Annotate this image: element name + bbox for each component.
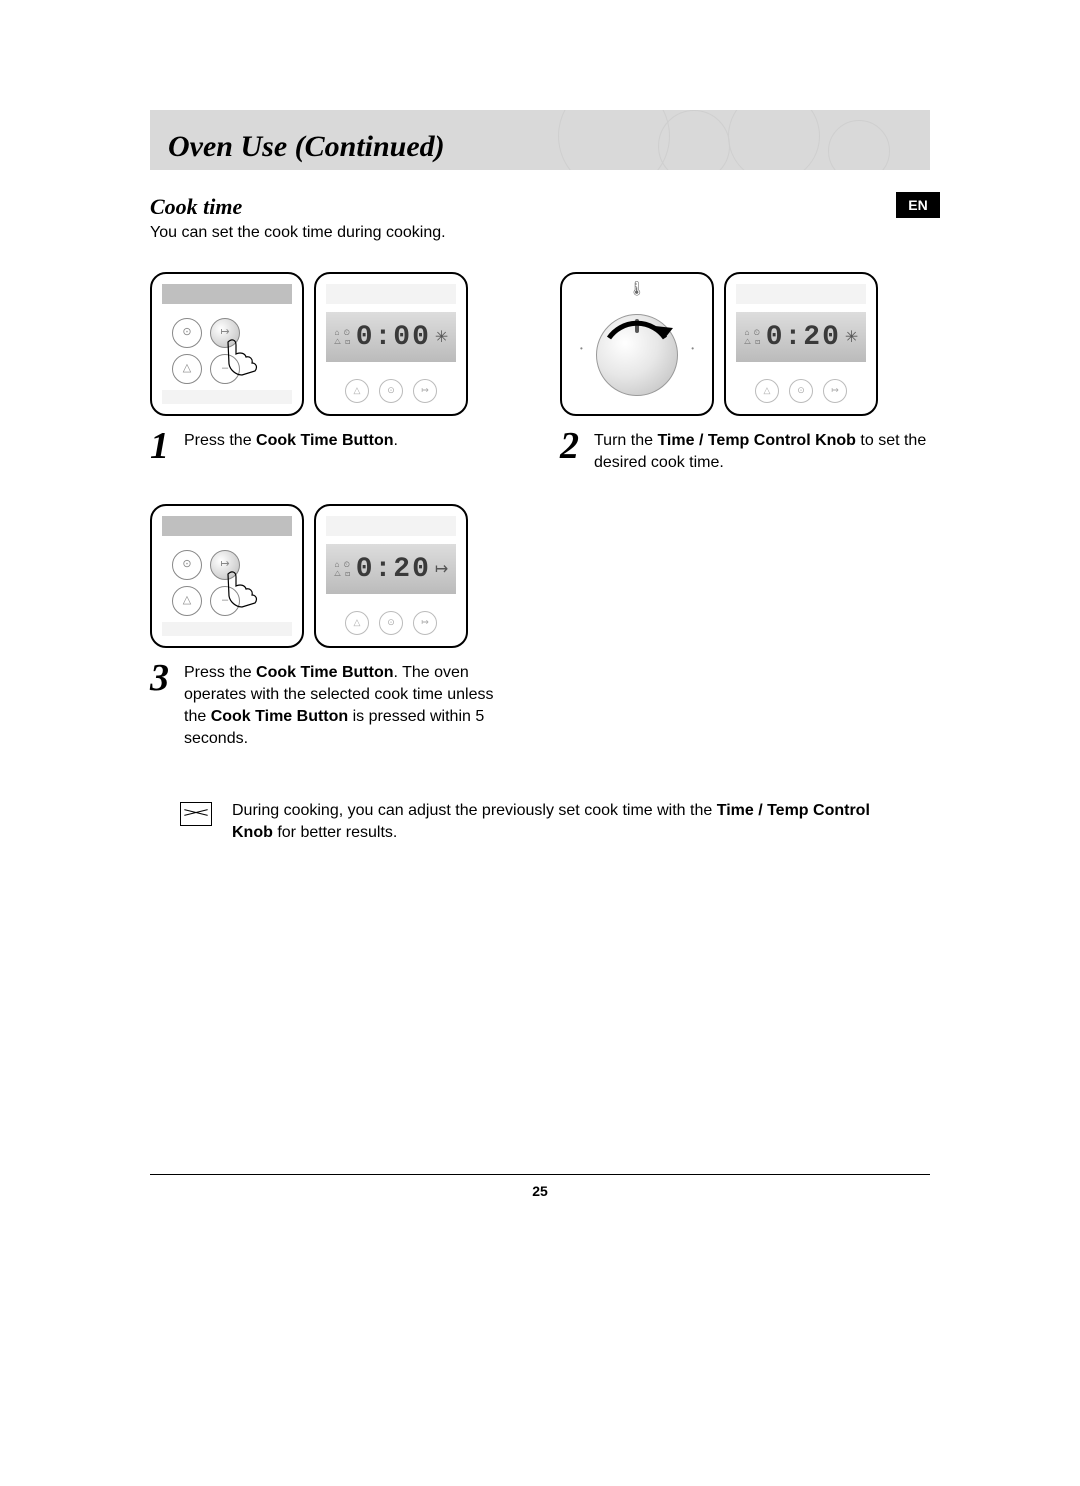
note-text-part: for better results. [273,824,398,841]
flash-icon: ✳ [845,327,858,347]
panel-bottom-strip [162,622,292,636]
step-text: Press the Cook Time Button. [184,430,398,462]
display-bottom-buttons: △ ⊙ ↦ [736,378,866,404]
manual-page: Oven Use (Continued) EN Cook time You ca… [150,110,930,1199]
flash-icon: ✳ [435,327,448,347]
round-button-icon: ⊙ [172,318,202,348]
step-number: 3 [150,662,174,750]
caption-text: Press the [184,664,256,681]
knob-dot: • [580,344,583,353]
step-number: 2 [560,430,584,474]
flash-icon: ↦ [435,559,448,579]
note-text: During cooking, you can adjust the previ… [232,800,900,844]
header-decoration [558,110,670,170]
step-number: 1 [150,430,174,462]
knob-dot: • [691,344,694,353]
display-readout: ⌂ ⏲ △ ⊡ 0:00 ✳ [326,312,456,362]
rotate-arrow-icon [589,298,685,394]
display-time-value: 0:20 [766,322,841,353]
display-readout: ⌂ ⏲ △ ⊡ 0:20 ↦ [326,544,456,594]
display-mode-icons: ⌂ ⏲ △ ⊡ [334,560,352,578]
round-button-icon: ⊙ [172,550,202,580]
pointing-hand-icon [222,336,262,376]
step-illustration: ⊙ ↦ △ – ⌂ ⏲ △ ⊡ 0:00 ✳ [150,272,520,416]
section-header-band: Oven Use (Continued) [150,110,930,170]
caption-bold: Time / Temp Control Knob [657,432,856,449]
page-number: 25 [150,1183,930,1199]
step-illustration: 🌡 • • ⌂ ⏲ △ ⊡ 0:20 ✳ [560,272,930,416]
display-readout: ⌂ ⏲ △ ⊡ 0:20 ✳ [736,312,866,362]
display-panel: ⌂ ⏲ △ ⊡ 0:20 ↦ △ ⊙ ↦ [314,504,468,648]
intro-text: You can set the cook time during cooking… [150,224,930,242]
step-caption: 1 Press the Cook Time Button. [150,430,520,462]
mini-button-icon: △ [755,379,779,403]
caption-text: Press the [184,432,256,449]
step-illustration: ⊙ ↦ △ – ⌂ ⏲ △ ⊡ 0:20 ↦ [150,504,520,648]
panel-top-strip [162,516,292,536]
display-top-strip [326,516,456,536]
panel-bottom-strip [162,390,292,404]
caption-bold: Cook Time Button [256,432,393,449]
note-envelope-icon [180,802,212,826]
panel-top-strip [162,284,292,304]
thermometer-icon: 🌡 [628,280,646,297]
header-decoration [658,110,730,170]
subsection-heading: Cook time [150,194,930,220]
display-time-value: 0:20 [356,554,431,585]
control-buttons-panel: ⊙ ↦ △ – [150,504,304,648]
display-panel: ⌂ ⏲ △ ⊡ 0:20 ✳ △ ⊙ ↦ [724,272,878,416]
display-mode-icons: ⌂ ⏲ △ ⊡ [744,328,762,346]
step-caption: 3 Press the Cook Time Button. The oven o… [150,662,520,750]
mini-button-icon: ⊙ [379,379,403,403]
round-button-icon: △ [172,586,202,616]
mini-button-icon: ⊙ [789,379,813,403]
display-top-strip [736,284,866,304]
step-text: Turn the Time / Temp Control Knob to set… [594,430,930,474]
section-title: Oven Use (Continued) [168,130,445,164]
mini-button-icon: ↦ [823,379,847,403]
display-bottom-buttons: △ ⊙ ↦ [326,610,456,636]
display-bottom-buttons: △ ⊙ ↦ [326,378,456,404]
pointing-hand-icon [222,568,262,608]
steps-grid: ⊙ ↦ △ – ⌂ ⏲ △ ⊡ 0:00 ✳ [150,272,930,750]
caption-bold: Cook Time Button [256,664,393,681]
control-knob-panel: 🌡 • • [560,272,714,416]
step-1: ⊙ ↦ △ – ⌂ ⏲ △ ⊡ 0:00 ✳ [150,272,520,474]
footer-rule [150,1174,930,1175]
display-time-value: 0:00 [356,322,431,353]
mini-button-icon: ↦ [413,379,437,403]
note-block: During cooking, you can adjust the previ… [150,800,930,844]
display-mode-icons: ⌂ ⏲ △ ⊡ [334,328,352,346]
mini-button-icon: △ [345,379,369,403]
header-decoration [828,120,890,170]
step-3: ⊙ ↦ △ – ⌂ ⏲ △ ⊡ 0:20 ↦ [150,504,520,750]
note-text-part: During cooking, you can adjust the previ… [232,802,717,819]
display-panel: ⌂ ⏲ △ ⊡ 0:00 ✳ △ ⊙ ↦ [314,272,468,416]
step-2: 🌡 • • ⌂ ⏲ △ ⊡ 0:20 ✳ [560,272,930,474]
step-caption: 2 Turn the Time / Temp Control Knob to s… [560,430,930,474]
caption-text: . [394,432,398,449]
step-text: Press the Cook Time Button. The oven ope… [184,662,520,750]
mini-button-icon: ↦ [413,611,437,635]
round-button-icon: △ [172,354,202,384]
mini-button-icon: ⊙ [379,611,403,635]
mini-button-icon: △ [345,611,369,635]
empty-cell [560,504,930,750]
language-badge: EN [896,192,940,218]
caption-text: Turn the [594,432,657,449]
header-decoration [728,110,820,170]
caption-bold: Cook Time Button [211,708,348,725]
display-top-strip [326,284,456,304]
control-buttons-panel: ⊙ ↦ △ – [150,272,304,416]
